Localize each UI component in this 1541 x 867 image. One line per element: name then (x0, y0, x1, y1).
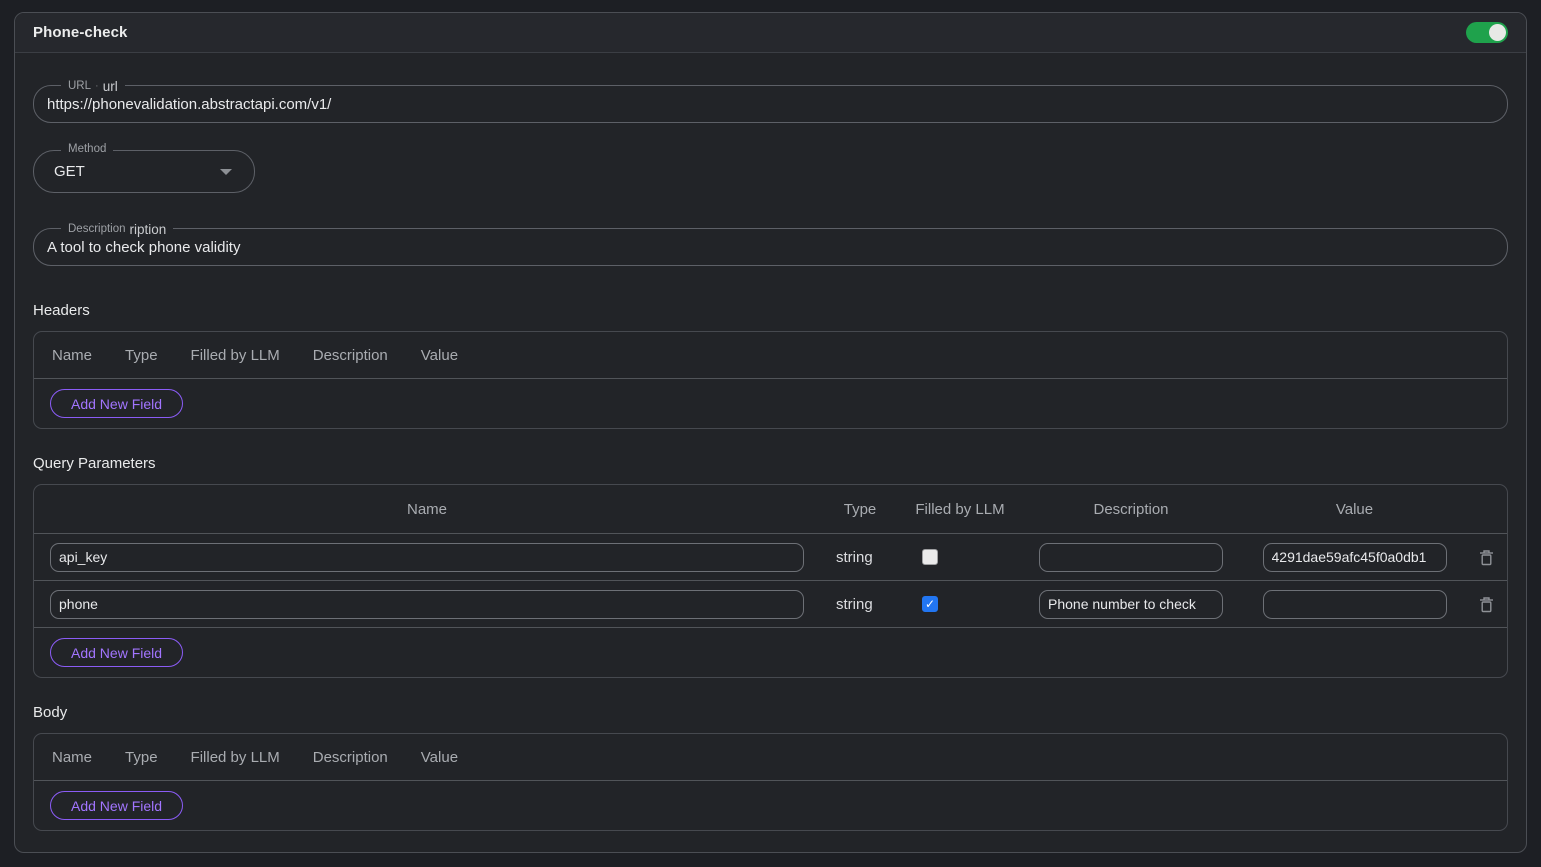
query-parameters-add-row: Add New Field (34, 628, 1507, 677)
url-input[interactable]: https://phonevalidation.abstractapi.com/… (34, 96, 331, 113)
param-value-input[interactable] (1263, 543, 1447, 572)
table-row: string (34, 534, 1507, 581)
panel-header: Phone-check (15, 13, 1526, 53)
url-legend: URL (68, 79, 91, 94)
param-type-value: string (820, 549, 900, 566)
param-name-input[interactable] (50, 543, 804, 572)
method-legend: Method (68, 142, 106, 157)
filled-by-llm-checkbox[interactable] (922, 596, 938, 612)
body-add-row: Add New Field (34, 781, 1507, 830)
headers-add-row: Add New Field (34, 379, 1507, 428)
query-parameters-add-field-button[interactable]: Add New Field (50, 638, 183, 667)
delete-row-button[interactable] (1477, 547, 1496, 568)
column-header-type: Type (125, 347, 158, 364)
description-label: ription (130, 222, 167, 237)
trash-icon (1479, 596, 1494, 613)
url-field-label: URL · url (61, 77, 125, 94)
query-parameters-section-title: Query Parameters (33, 454, 1508, 474)
column-header-filled-by-llm: Filled by LLM (900, 501, 1020, 518)
param-description-input[interactable] (1039, 543, 1223, 572)
method-field-label: Method (61, 142, 113, 157)
phone-check-panel: Phone-check URL · url https://phonevalid… (14, 12, 1527, 853)
toggle-knob-icon (1489, 24, 1506, 41)
headers-table-head: Name Type Filled by LLM Description Valu… (34, 332, 1507, 379)
body-table: Name Type Filled by LLM Description Valu… (33, 733, 1508, 831)
headers-section-title: Headers (33, 301, 1508, 321)
description-input[interactable]: A tool to check phone validity (34, 239, 240, 256)
headers-add-field-button[interactable]: Add New Field (50, 389, 183, 418)
column-header-description: Description (313, 347, 388, 364)
panel-body: URL · url https://phonevalidation.abstra… (15, 85, 1526, 831)
param-value-input[interactable] (1263, 590, 1447, 619)
column-header-name: Name (34, 501, 820, 518)
headers-table: Name Type Filled by LLM Description Valu… (33, 331, 1508, 429)
query-parameters-table-head: Name Type Filled by LLM Description Valu… (34, 485, 1507, 534)
chevron-down-icon (220, 169, 232, 175)
description-legend: Description (68, 222, 126, 237)
url-field: URL · url https://phonevalidation.abstra… (33, 85, 1508, 123)
column-header-filled-by-llm: Filled by LLM (191, 749, 280, 766)
url-label-separator: · (95, 79, 99, 94)
column-header-value: Value (1242, 501, 1467, 518)
description-field: Description ription A tool to check phon… (33, 228, 1508, 266)
method-selected-value: GET (34, 163, 85, 180)
method-select[interactable]: Method GET (33, 150, 255, 193)
column-header-type: Type (125, 749, 158, 766)
table-row: string (34, 581, 1507, 628)
param-name-input[interactable] (50, 590, 804, 619)
column-header-type: Type (820, 501, 900, 518)
column-header-value: Value (421, 347, 458, 364)
column-header-description: Description (1020, 501, 1242, 518)
column-header-description: Description (313, 749, 388, 766)
param-type-value: string (820, 596, 900, 613)
filled-by-llm-checkbox[interactable] (922, 549, 938, 565)
param-description-input[interactable] (1039, 590, 1223, 619)
body-section-title: Body (33, 703, 1508, 723)
column-header-value: Value (421, 749, 458, 766)
page-title: Phone-check (33, 24, 127, 41)
column-header-name: Name (52, 749, 92, 766)
delete-row-button[interactable] (1477, 594, 1496, 615)
enabled-toggle[interactable] (1466, 22, 1508, 43)
body-table-head: Name Type Filled by LLM Description Valu… (34, 734, 1507, 781)
trash-icon (1479, 549, 1494, 566)
url-label: url (103, 79, 118, 94)
column-header-filled-by-llm: Filled by LLM (191, 347, 280, 364)
description-field-label: Description ription (61, 220, 173, 237)
body-add-field-button[interactable]: Add New Field (50, 791, 183, 820)
query-parameters-table: Name Type Filled by LLM Description Valu… (33, 484, 1508, 678)
column-header-name: Name (52, 347, 92, 364)
